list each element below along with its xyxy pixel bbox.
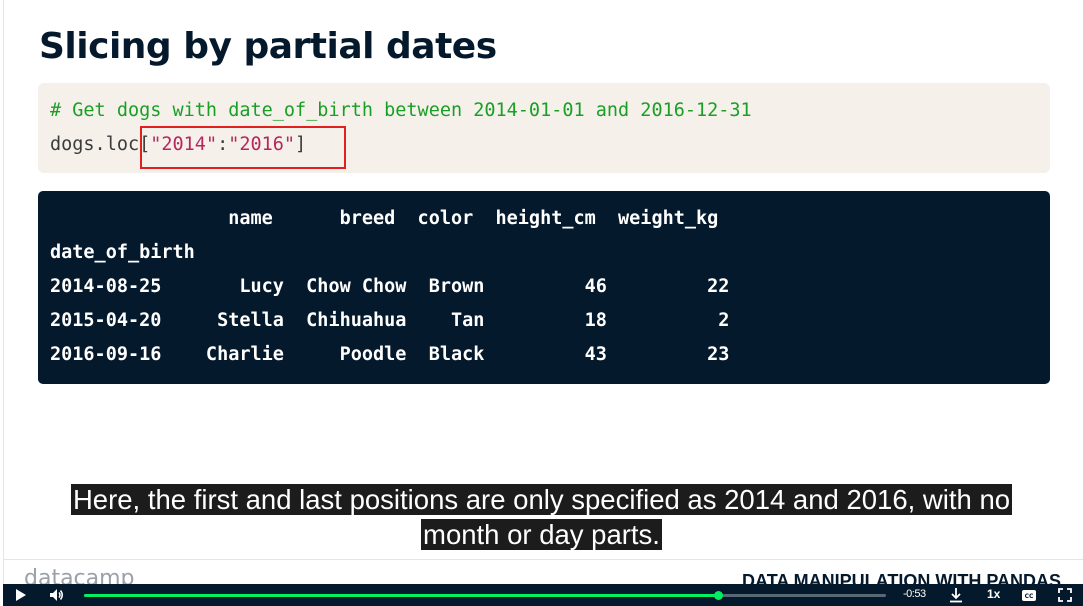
subtitle-text-1: Here, the first and last positions are o… (70, 484, 1013, 515)
download-icon[interactable] (947, 584, 965, 606)
progress-fill (84, 594, 718, 597)
captions-icon[interactable]: CC (1020, 584, 1038, 606)
volume-icon[interactable] (49, 584, 65, 606)
subtitle-line-1: Here, the first and last positions are o… (0, 482, 1083, 517)
time-remaining: -0:53 (903, 588, 926, 600)
code-block: # Get dogs with date_of_birth between 20… (38, 83, 1050, 173)
highlight-box (140, 126, 346, 169)
subtitle-text-2: month or day parts. (421, 519, 662, 550)
output-row: 2016-09-16 Charlie Poodle Black 43 23 (50, 344, 730, 365)
video-controls: -0:53 1x CC (3, 584, 1083, 606)
output-row: 2015-04-20 Stella Chihuahua Tan 18 2 (50, 310, 730, 331)
svg-text:CC: CC (1025, 593, 1034, 600)
output-header: name breed color height_cm weight_kg (50, 208, 719, 229)
output-row: 2014-08-25 Lucy Chow Chow Brown 46 22 (50, 276, 730, 297)
code-comment: # Get dogs with date_of_birth between 20… (50, 100, 752, 121)
fullscreen-icon[interactable] (1056, 584, 1074, 606)
progress-bar[interactable] (84, 591, 886, 600)
slide-title: Slicing by partial dates (39, 26, 497, 67)
output-index-label: date_of_birth (50, 242, 195, 263)
subtitle-line-2: month or day parts. (0, 517, 1083, 552)
output-block: name breed color height_cm weight_kg dat… (38, 191, 1050, 384)
footer-divider (3, 559, 1083, 560)
playback-speed[interactable]: 1x (987, 587, 1000, 601)
progress-handle[interactable] (713, 591, 723, 600)
play-icon[interactable] (13, 584, 29, 606)
code-prefix: dogs.loc[ (50, 134, 151, 155)
